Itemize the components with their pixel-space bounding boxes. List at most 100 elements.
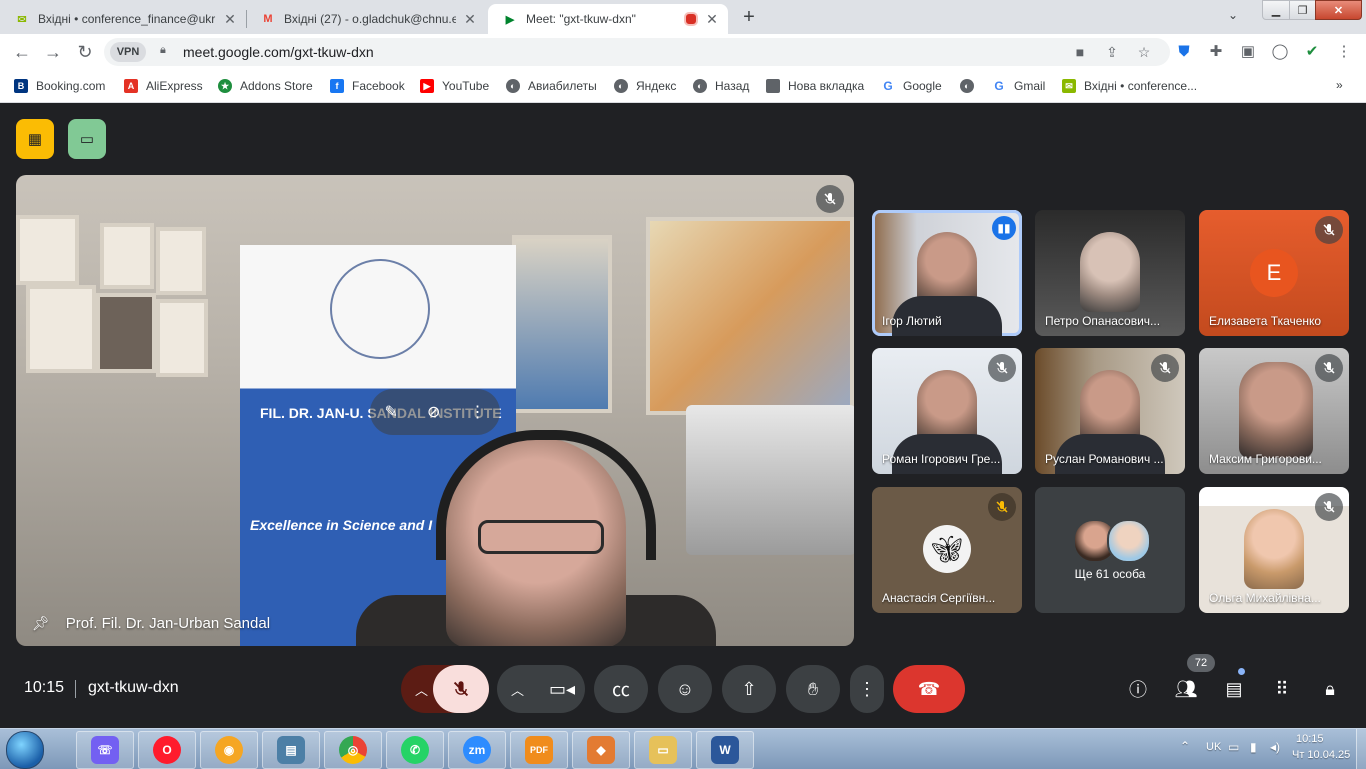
present-screen-button[interactable]: ⇧	[722, 665, 776, 713]
taskbar-app-viber[interactable]: ☏	[76, 731, 134, 769]
adguard-icon[interactable]: ✔	[1302, 42, 1322, 62]
battery-icon[interactable]: ▭	[1228, 740, 1239, 754]
facebook-icon: f	[330, 79, 344, 93]
bookmark-aviabilety[interactable]: ◐ Авиабилеты	[506, 76, 597, 96]
mute-participant-icon[interactable]: ⊘	[427, 402, 440, 422]
bookmark-yandex[interactable]: ◐ Яндекс	[614, 76, 676, 96]
url-text[interactable]: meet.google.com/gxt-tkuw-dxn	[183, 44, 374, 60]
unpin-icon[interactable]: ✎	[385, 402, 398, 422]
people-button[interactable]: 👥︎	[1171, 675, 1201, 703]
tray-overflow-icon[interactable]: ⌃	[1180, 739, 1190, 753]
show-desktop-button[interactable]	[1356, 729, 1366, 769]
browser-tab-1[interactable]: ✉ Вхідні • conference_finance@ukr ✕	[0, 4, 246, 34]
more-options-icon[interactable]: ⋮	[469, 402, 485, 422]
bookmark-youtube[interactable]: ▶ YouTube	[420, 76, 489, 96]
mic-toggle-button[interactable]	[433, 665, 489, 713]
participant-tile[interactable]: Ольга Михайлівна...	[1199, 487, 1349, 613]
taskbar-app-chrome[interactable]: ◎	[324, 731, 382, 769]
share-icon[interactable]: ⇪	[1102, 42, 1122, 62]
taskbar-app-cube[interactable]: ◆	[572, 731, 630, 769]
shield-extension-icon[interactable]: ⛊	[1174, 42, 1194, 62]
browser-tab-2[interactable]: M Вхідні (27) - o.gladchuk@chnu.ec ✕	[246, 4, 486, 34]
camera-icon[interactable]: ▭◂	[549, 679, 575, 700]
taskbar-app-explorer[interactable]: ▭	[634, 731, 692, 769]
reload-button[interactable]: ↻	[73, 40, 97, 64]
bookmark-globe[interactable]: ◐	[960, 76, 982, 96]
booking-icon: B	[14, 79, 28, 93]
forward-button[interactable]: →	[41, 40, 65, 64]
start-button[interactable]	[6, 731, 44, 769]
profile-icon[interactable]: ◯	[1270, 42, 1290, 62]
leave-call-button[interactable]: ☎︎	[893, 665, 965, 713]
bookmark-facebook[interactable]: f Facebook	[330, 76, 405, 96]
wall-picture	[100, 223, 154, 289]
extensions-puzzle-icon[interactable]: ✚	[1206, 42, 1226, 62]
tab-title: Meet: "gxt-tkuw-dxn"	[526, 12, 636, 26]
new-tab-button[interactable]: +	[737, 6, 761, 30]
taskbar-app-whatsapp[interactable]: ✆	[386, 731, 444, 769]
bookmark-star-icon[interactable]: ☆	[1134, 42, 1154, 62]
mic-off-icon	[453, 681, 469, 697]
reactions-button[interactable]: ☺	[658, 665, 712, 713]
language-indicator[interactable]: UK	[1206, 741, 1221, 753]
bookmark-nazad[interactable]: ◐ Назад	[693, 76, 749, 96]
host-controls-button[interactable]: 🔒︎	[1315, 675, 1345, 703]
bookmark-booking[interactable]: B Booking.com	[14, 76, 105, 96]
bookmark-addons-store[interactable]: ★ Addons Store	[218, 76, 313, 96]
menu-kebab-icon[interactable]: ⋮	[1334, 42, 1354, 62]
address-bar[interactable]: VPN 🔒︎ meet.google.com/gxt-tkuw-dxn ■ ⇪ …	[104, 38, 1170, 66]
raise-hand-button[interactable]: ✋︎	[786, 665, 840, 713]
participant-tile[interactable]: ▮▮ Ігор Лютий	[872, 210, 1022, 336]
pdf-icon: PDF	[525, 736, 553, 764]
participant-tile[interactable]: 🦋︎ Анастасія Сергіївн...	[872, 487, 1022, 613]
more-participants-tile[interactable]: Ще 61 особа	[1035, 487, 1185, 613]
taskbar-app-presentation[interactable]: ▤	[262, 731, 320, 769]
close-icon[interactable]: ✕	[222, 11, 238, 28]
side-panel-icon[interactable]: ▣	[1238, 42, 1258, 62]
more-options-button[interactable]: ⋮	[850, 665, 884, 713]
chevron-up-icon[interactable]: ︿	[511, 680, 524, 699]
back-button[interactable]: ←	[10, 40, 34, 64]
close-window-button[interactable]: ✕	[1315, 0, 1362, 20]
maximize-button[interactable]: ❐	[1289, 0, 1316, 20]
meeting-details-button[interactable]: ⓘ	[1123, 675, 1153, 703]
vpn-badge[interactable]: VPN	[110, 42, 146, 62]
devices-icon[interactable]: ▭	[68, 119, 106, 159]
taskbar-app-word[interactable]: W	[696, 731, 754, 769]
taskbar-app-opera[interactable]: O	[138, 731, 196, 769]
participant-tile[interactable]: Е Елизавета Ткаченко	[1199, 210, 1349, 336]
clock-time[interactable]: 10:15	[1296, 733, 1324, 745]
chat-button[interactable]: ▤	[1219, 675, 1249, 703]
close-icon[interactable]: ✕	[462, 11, 478, 28]
clock-date[interactable]: Чт 10.04.25	[1292, 749, 1350, 761]
companion-mode-icon[interactable]: ▦	[16, 119, 54, 159]
wall-picture	[96, 293, 156, 373]
browser-tab-3[interactable]: ▶ Meet: "gxt-tkuw-dxn" ✕	[488, 4, 728, 34]
network-icon[interactable]: ▮	[1250, 740, 1257, 754]
bookmark-google[interactable]: G Google	[881, 76, 942, 96]
bookmark-nova-vkladka[interactable]: Нова вкладка	[766, 76, 864, 96]
activities-button[interactable]: ⠿	[1267, 675, 1297, 703]
browser-toolbar: ← → ↻ VPN 🔒︎ meet.google.com/gxt-tkuw-dx…	[0, 34, 1366, 70]
pinned-video-tile[interactable]: FIL. DR. JAN-U. SANDAL INSTITUTE Excelle…	[16, 175, 854, 646]
participant-tile[interactable]: Руслан Романович ...	[1035, 348, 1185, 474]
taskbar-app-zoom[interactable]: zm	[448, 731, 506, 769]
bookmark-gmail[interactable]: G Gmail	[992, 76, 1045, 96]
bookmark-aliexpress[interactable]: A AliExpress	[124, 76, 203, 96]
participant-tile[interactable]: Петро Опанасович...	[1035, 210, 1185, 336]
participant-tile[interactable]: Максим Григорови...	[1199, 348, 1349, 474]
taskbar-app-pdf[interactable]: PDF	[510, 731, 568, 769]
bookmark-vkhidni[interactable]: ✉ Вхідні • conference...	[1062, 76, 1197, 96]
bookmarks-overflow-icon[interactable]: »	[1336, 78, 1343, 92]
lock-icon[interactable]: 🔒︎	[160, 44, 166, 57]
tab-search-icon[interactable]: ⌄	[1228, 8, 1238, 22]
chevron-up-icon[interactable]: ︿	[415, 680, 428, 699]
camera-icon[interactable]: ■	[1070, 42, 1090, 62]
participant-tile[interactable]: Роман Ігорович Гре...	[872, 348, 1022, 474]
present-icon: ⇧	[741, 678, 757, 699]
captions-button[interactable]: ㏄	[594, 665, 648, 713]
close-icon[interactable]: ✕	[704, 11, 720, 28]
minimize-button[interactable]: ▁	[1262, 0, 1290, 20]
volume-icon[interactable]: ◂)	[1270, 740, 1280, 754]
taskbar-app-browser[interactable]: ◉	[200, 731, 258, 769]
